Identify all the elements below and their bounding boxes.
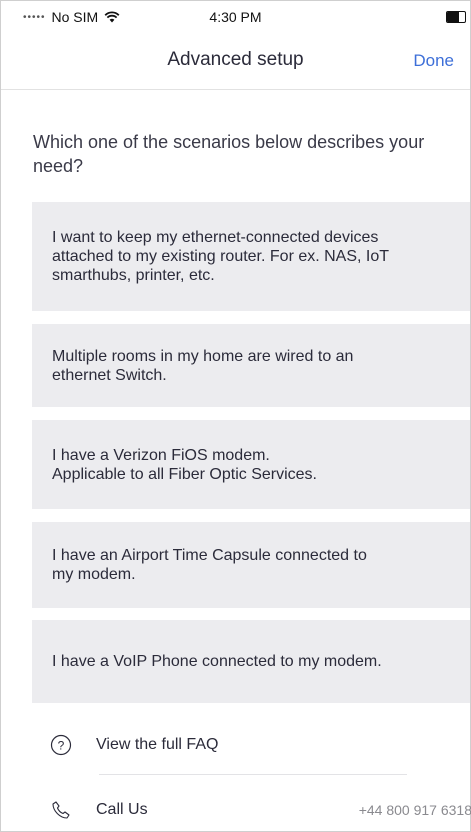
option-ethernet-switch[interactable]: Multiple rooms in my home are wired to a…: [32, 324, 470, 407]
call-us-row[interactable]: Call Us +44 800 917 6318: [50, 799, 471, 821]
faq-link[interactable]: ? View the full FAQ: [50, 734, 218, 756]
battery-icon: [446, 11, 466, 23]
done-button[interactable]: Done: [413, 51, 454, 71]
call-us-label: Call Us: [96, 801, 148, 818]
battery-fill: [447, 12, 459, 22]
question-circle-icon: ?: [50, 734, 72, 756]
option-verizon-fios[interactable]: I have a Verizon FiOS modem. Applicable …: [32, 420, 470, 509]
phone-icon: [50, 799, 72, 821]
page-title: Advanced setup: [167, 49, 304, 70]
option-keep-existing-router[interactable]: I want to keep my ethernet-connected dev…: [32, 202, 470, 311]
option-label: I have a Verizon FiOS modem. Applicable …: [52, 446, 317, 483]
navigation-bar: Advanced setup Done: [1, 33, 470, 90]
svg-text:?: ?: [58, 739, 65, 753]
option-label: I have an Airport Time Capsule connected…: [52, 547, 367, 583]
option-label: Multiple rooms in my home are wired to a…: [52, 347, 354, 384]
option-airport-time-capsule[interactable]: I have an Airport Time Capsule connected…: [32, 522, 470, 608]
faq-label: View the full FAQ: [96, 736, 219, 753]
status-bar: ••••• No SIM 4:30 PM: [1, 1, 470, 33]
app-screen: ••••• No SIM 4:30 PM Advanced setup Done…: [0, 0, 471, 832]
status-time: 4:30 PM: [209, 9, 262, 25]
scenario-question: Which one of the scenarios below describ…: [33, 132, 425, 176]
option-voip-phone[interactable]: I have a VoIP Phone connected to my mode…: [32, 620, 470, 703]
option-label: I want to keep my ethernet-connected dev…: [52, 229, 390, 284]
phone-number[interactable]: +44 800 917 6318: [359, 802, 471, 818]
footer-divider: [99, 774, 407, 775]
option-label: I have a VoIP Phone connected to my mode…: [52, 653, 382, 670]
